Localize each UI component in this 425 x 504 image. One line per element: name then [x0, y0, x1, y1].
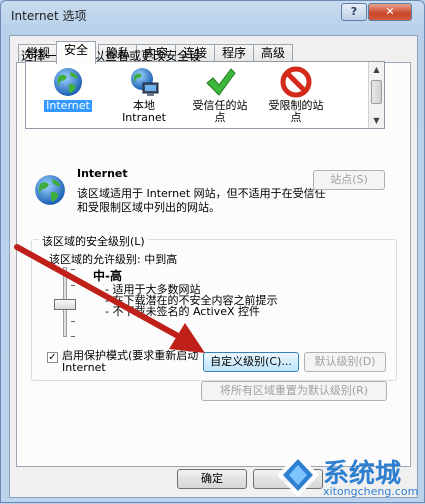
security-level-slider-thumb[interactable] [54, 299, 76, 310]
zone-local-intranet[interactable]: 本地 Intranet [108, 66, 180, 124]
protected-mode-label: 启用保护模式(要求重新启动 Internet [62, 349, 199, 374]
slider-tick [71, 269, 75, 270]
scroll-down-icon[interactable]: ▼ [369, 113, 384, 128]
selected-zone-description: 该区域适用于 Internet 网站，但不适用于在受信任和受限制区域中列出的网站… [77, 187, 326, 214]
watermark-url: xitongcheng.com [323, 485, 419, 498]
slider-tick [71, 321, 75, 322]
title-bar[interactable]: Internet 选项 ? ✕ [1, 1, 424, 29]
help-button[interactable]: ? [341, 3, 367, 21]
window-title: Internet 选项 [11, 9, 87, 23]
zone-restricted-sites[interactable]: 受限制的站 点 [260, 66, 332, 124]
zone-list: Internet 本地 Intranet 受信任的站 点 受限制的站 点 ▲ ▼ [25, 61, 385, 129]
level-detail-item: - 不下载未签名的 ActiveX 控件 [105, 305, 261, 318]
zone-trusted-sites[interactable]: 受信任的站 点 [184, 66, 256, 124]
slider-tick [71, 285, 75, 286]
tab-security[interactable]: 安全 [56, 41, 97, 64]
scroll-thumb[interactable] [371, 80, 382, 104]
zone-restricted-label-2: 点 [290, 111, 302, 124]
slider-tick [71, 336, 75, 337]
globe-icon [54, 68, 82, 96]
zone-trusted-label-2: 点 [214, 111, 226, 124]
allowed-levels-text: 该区域的允许级别: 中到高 [49, 253, 178, 266]
security-level-group-label: 该区域的安全级别(L) [39, 233, 148, 249]
default-level-button[interactable]: 默认级别(D) [304, 352, 386, 372]
zone-local-intranet-label-2: Intranet [122, 111, 166, 124]
protected-mode-checkbox[interactable]: ✓ [47, 352, 58, 363]
local-intranet-icon [131, 68, 159, 96]
red-restricted-icon [280, 66, 312, 98]
sites-button[interactable]: 站点(S) [313, 170, 385, 190]
security-level-name: 中-高 [93, 269, 122, 283]
zone-internet[interactable]: Internet [32, 66, 104, 113]
security-level-details: - 适用于大多数网站 - 在下载潜在的不安全内容之前提示 - 不下载未签名的 A… [105, 284, 277, 317]
custom-level-button[interactable]: 自定义级别(C)... [203, 352, 299, 372]
ok-button[interactable]: 确定 [177, 469, 247, 489]
reset-all-zones-button[interactable]: 将所有区域重置为默认级别(R) [201, 381, 387, 401]
green-check-icon [206, 68, 236, 96]
zone-internet-label: Internet [43, 99, 93, 113]
internet-options-window: Internet 选项 ? ✕ 常规 安全 隐私 内容 连接 程序 高级 选择一… [0, 0, 425, 503]
selected-zone-name: Internet [77, 167, 128, 180]
scroll-up-icon[interactable]: ▲ [369, 62, 384, 77]
zone-list-scrollbar[interactable]: ▲ ▼ [368, 62, 384, 128]
selected-zone-globe-icon [35, 175, 65, 205]
close-button[interactable]: ✕ [368, 3, 412, 21]
